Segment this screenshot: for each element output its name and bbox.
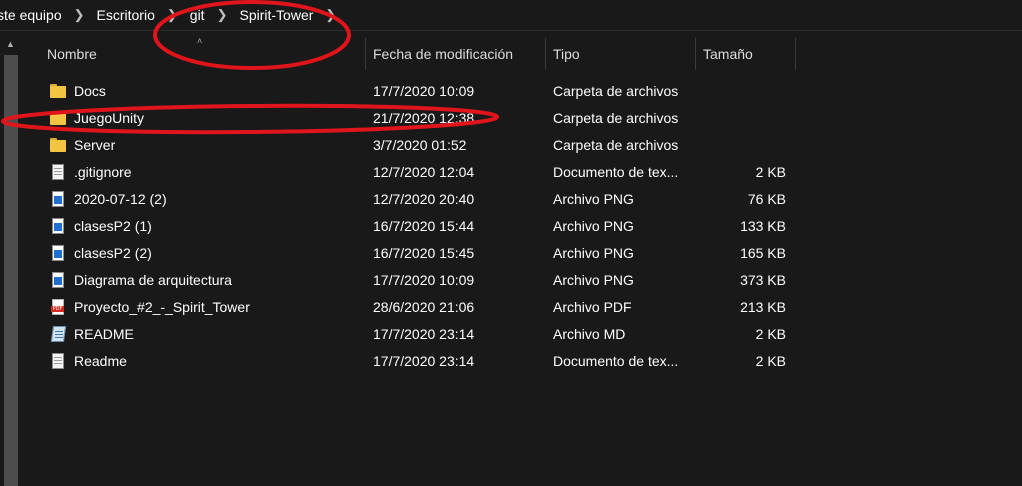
table-row[interactable]: clasesP2 (1) 16/7/2020 15:44 Archivo PNG… — [21, 213, 1022, 240]
file-size: 373 KB — [740, 272, 786, 288]
file-size: 165 KB — [740, 245, 786, 261]
file-type: Carpeta de archivos — [553, 110, 679, 126]
chevron-right-icon[interactable]: ❯ — [167, 7, 178, 23]
file-size: 2 KB — [755, 326, 786, 342]
column-header-type[interactable]: Tipo — [553, 38, 693, 70]
chevron-right-icon[interactable]: ❯ — [217, 7, 228, 23]
file-size — [696, 78, 786, 105]
file-size: 133 KB — [740, 218, 786, 234]
file-date: 17/7/2020 10:09 — [373, 83, 475, 99]
folder-icon — [50, 137, 66, 154]
file-date: 12/7/2020 12:04 — [373, 164, 475, 180]
file-type: Archivo PDF — [553, 299, 632, 315]
file-size: 213 KB — [740, 299, 786, 315]
table-row[interactable]: 2020-07-12 (2) 12/7/2020 20:40 Archivo P… — [21, 186, 1022, 213]
file-list: ˄ Nombre Fecha de modificación Tipo Tama… — [21, 31, 1022, 455]
file-size — [696, 105, 786, 132]
breadcrumb: ste equipo ❯ Escritorio ❯ git ❯ Spirit-T… — [0, 0, 1022, 31]
text-file-icon — [50, 164, 66, 181]
file-name: Proyecto_#2_-_Spirit_Tower — [74, 299, 250, 315]
file-type: Archivo PNG — [553, 191, 634, 207]
file-date: 17/7/2020 10:09 — [373, 272, 475, 288]
png-file-icon — [50, 218, 66, 235]
column-divider[interactable] — [795, 38, 796, 70]
column-divider[interactable] — [545, 38, 546, 70]
file-type: Carpeta de archivos — [553, 83, 679, 99]
table-row[interactable]: Diagrama de arquitectura 17/7/2020 10:09… — [21, 267, 1022, 294]
breadcrumb-git[interactable]: git — [190, 7, 205, 23]
table-row[interactable]: JuegoUnity 21/7/2020 12:38 Carpeta de ar… — [21, 105, 1022, 132]
file-name: Docs — [74, 83, 106, 99]
file-type: Archivo MD — [553, 326, 626, 342]
file-name: Server — [74, 137, 116, 153]
scroll-up-arrow-icon[interactable]: ▲ — [0, 39, 21, 53]
scrollbar-thumb[interactable] — [4, 55, 18, 486]
file-size: 2 KB — [755, 353, 786, 369]
file-name: 2020-07-12 (2) — [74, 191, 167, 207]
column-divider[interactable] — [365, 38, 366, 70]
file-name: clasesP2 (1) — [74, 218, 152, 234]
file-size: 2 KB — [755, 164, 786, 180]
file-type: Documento de tex... — [553, 353, 679, 369]
file-name: JuegoUnity — [74, 110, 145, 126]
file-type: Archivo PNG — [553, 218, 634, 234]
table-row[interactable]: Docs 17/7/2020 10:09 Carpeta de archivos — [21, 78, 1022, 105]
file-type: Archivo PNG — [553, 245, 634, 261]
file-name: clasesP2 (2) — [74, 245, 152, 261]
png-file-icon — [50, 245, 66, 262]
file-date: 12/7/2020 20:40 — [373, 191, 475, 207]
column-header-row: ˄ Nombre Fecha de modificación Tipo Tama… — [21, 36, 1022, 70]
table-row[interactable]: clasesP2 (2) 16/7/2020 15:45 Archivo PNG… — [21, 240, 1022, 267]
file-name: .gitignore — [74, 164, 132, 180]
file-type: Archivo PNG — [553, 272, 634, 288]
folder-icon — [50, 110, 66, 127]
breadcrumb-escritorio[interactable]: Escritorio — [97, 7, 155, 23]
chevron-right-icon[interactable]: ❯ — [325, 7, 336, 23]
file-date: 16/7/2020 15:44 — [373, 218, 475, 234]
text-file-icon — [50, 353, 66, 370]
column-header-date[interactable]: Fecha de modificación — [373, 38, 543, 70]
breadcrumb-this-pc[interactable]: ste equipo — [0, 7, 62, 23]
file-type: Carpeta de archivos — [553, 137, 679, 153]
chevron-right-icon[interactable]: ❯ — [74, 7, 85, 23]
table-row[interactable]: README 17/7/2020 23:14 Archivo MD 2 KB — [21, 321, 1022, 348]
table-row[interactable]: Server 3/7/2020 01:52 Carpeta de archivo… — [21, 132, 1022, 159]
file-name: Readme — [74, 353, 127, 369]
pdf-file-icon: PDF — [50, 299, 66, 316]
file-size: 76 KB — [747, 191, 786, 207]
navigation-pane: ▲ — [0, 31, 21, 486]
file-name: README — [74, 326, 134, 342]
markdown-file-icon — [50, 326, 67, 343]
folder-icon — [50, 83, 66, 100]
file-name: Diagrama de arquitectura — [74, 272, 232, 288]
column-header-name[interactable]: Nombre — [47, 38, 365, 70]
png-file-icon — [50, 272, 66, 289]
file-date: 16/7/2020 15:45 — [373, 245, 475, 261]
column-header-size[interactable]: Tamaño — [703, 38, 793, 70]
file-size — [696, 132, 786, 159]
png-file-icon — [50, 191, 66, 208]
file-date: 17/7/2020 23:14 — [373, 326, 475, 342]
table-row[interactable]: Readme 17/7/2020 23:14 Documento de tex.… — [21, 348, 1022, 375]
breadcrumb-spirit-tower[interactable]: Spirit-Tower — [239, 7, 313, 23]
file-date: 17/7/2020 23:14 — [373, 353, 475, 369]
file-date: 21/7/2020 12:38 — [373, 110, 475, 126]
file-type: Documento de tex... — [553, 164, 679, 180]
file-date: 3/7/2020 01:52 — [373, 137, 467, 153]
table-row[interactable]: .gitignore 12/7/2020 12:04 Documento de … — [21, 159, 1022, 186]
file-date: 28/6/2020 21:06 — [373, 299, 475, 315]
column-divider[interactable] — [695, 38, 696, 70]
table-row[interactable]: PDF Proyecto_#2_-_Spirit_Tower 28/6/2020… — [21, 294, 1022, 321]
